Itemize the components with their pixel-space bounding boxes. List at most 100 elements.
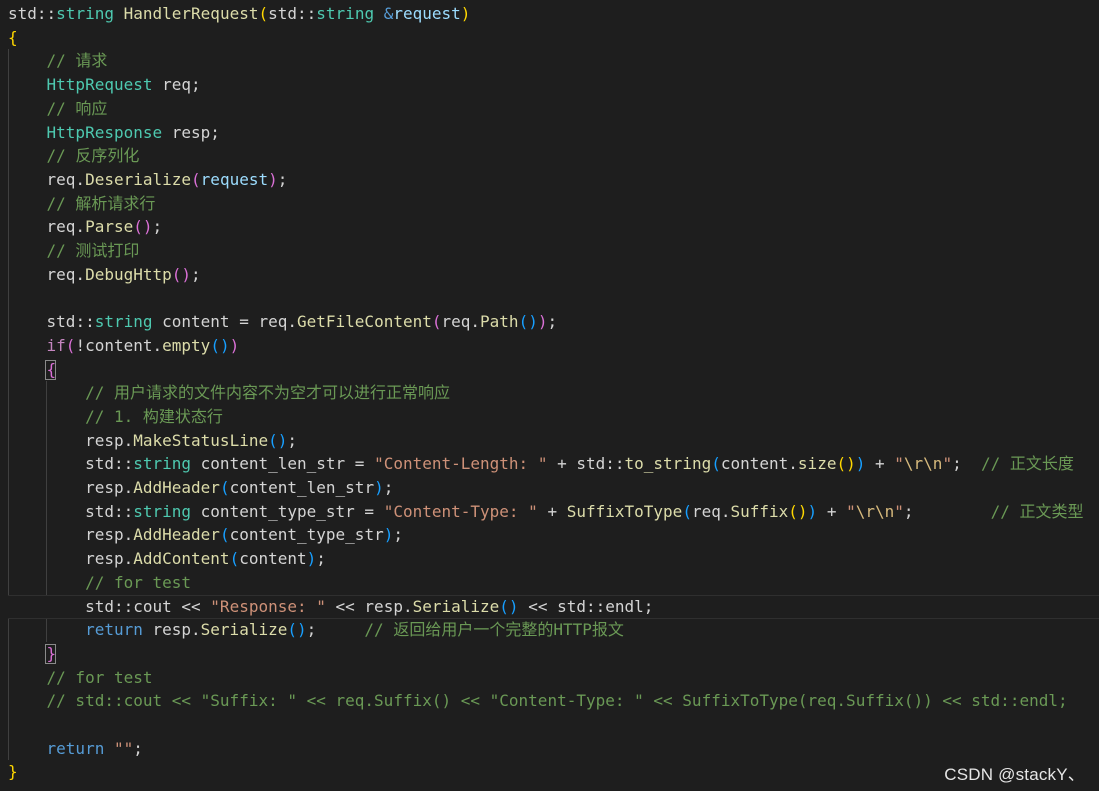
code-token: // 响应 xyxy=(46,98,108,118)
code-token: "" xyxy=(113,738,134,758)
code-token: ( xyxy=(229,549,240,569)
code-token: // 正文长度 xyxy=(980,454,1074,474)
code-token: << std::endl; xyxy=(518,596,654,616)
code-token: string xyxy=(56,4,114,23)
code-token: req. xyxy=(46,217,86,237)
code-editor[interactable]: std::string HandlerRequest(std::string &… xyxy=(0,0,1099,791)
code-token: ( xyxy=(219,525,230,545)
code-token: resp. xyxy=(142,620,201,640)
code-text: // 用户请求的文件内容不为空才可以进行正常响应 xyxy=(8,381,450,405)
code-token: MakeStatusLine xyxy=(133,430,269,450)
code-token: // 解析请求行 xyxy=(46,193,156,213)
code-text: resp.AddHeader(content_len_str); xyxy=(8,476,393,500)
code-token: \r\n xyxy=(903,454,943,474)
code-token: ( xyxy=(711,454,721,474)
code-token: ( xyxy=(65,335,76,355)
code-token: request xyxy=(200,169,269,189)
code-text: // std::cout << "Suffix: " << req.Suffix… xyxy=(8,689,1068,713)
code-token: SuffixToType xyxy=(566,501,683,521)
code-text: // for test xyxy=(8,666,153,690)
code-token: () xyxy=(518,312,538,332)
code-token: ( xyxy=(191,169,201,189)
code-token: ) xyxy=(460,4,471,23)
code-text: std::string content = req.GetFileContent… xyxy=(8,310,558,334)
code-token: HandlerRequest xyxy=(123,4,259,23)
code-token: { xyxy=(8,27,18,47)
code-token: // 返回给用户一个完整的HTTP报文 xyxy=(364,620,624,640)
code-token: HttpRequest xyxy=(46,75,153,95)
code-token: req. xyxy=(46,169,86,189)
code-token: std xyxy=(85,454,114,474)
code-text: HttpResponse resp; xyxy=(8,121,220,145)
code-text: std::string content_type_str = "Content-… xyxy=(8,500,1083,524)
code-token: resp. xyxy=(85,430,134,450)
code-token: AddHeader xyxy=(133,478,220,497)
code-token: :: xyxy=(113,501,134,521)
code-token: content xyxy=(239,549,307,569)
code-token: + std:: xyxy=(547,454,625,474)
code-token: { xyxy=(46,359,57,379)
code-token: () xyxy=(268,430,288,450)
code-token: ) xyxy=(383,525,394,545)
code-token: // 用户请求的文件内容不为空才可以进行正常响应 xyxy=(85,383,450,403)
code-token: req. xyxy=(46,264,86,284)
code-token: to_string xyxy=(624,454,712,474)
code-token: GetFileContent xyxy=(297,312,432,332)
code-token: ( xyxy=(258,4,269,23)
code-token: ; xyxy=(191,264,201,284)
code-token: string xyxy=(94,312,153,332)
code-text: // 测试打印 xyxy=(8,239,140,263)
code-token: req; xyxy=(152,75,201,95)
code-token: content_len_str xyxy=(229,478,375,497)
code-token: std xyxy=(8,4,37,23)
code-text: // 响应 xyxy=(8,97,108,121)
code-token: ; xyxy=(277,169,288,189)
code-text: if(!content.empty()) xyxy=(8,334,240,358)
code-token: std xyxy=(46,312,76,332)
code-text: } xyxy=(8,760,18,784)
code-token: ) xyxy=(807,501,818,521)
code-token: content_len_str = xyxy=(191,454,375,474)
code-text: req.Deserialize(request); xyxy=(8,168,288,192)
code-token: Deserialize xyxy=(85,169,192,189)
code-token: return xyxy=(46,738,105,758)
code-token: ) xyxy=(374,478,384,497)
code-token: () xyxy=(836,454,856,474)
code-token: ; xyxy=(287,430,297,450)
code-token: Serialize xyxy=(200,620,288,640)
code-token: + xyxy=(865,454,895,474)
code-token: resp. xyxy=(85,525,134,545)
code-token: ; xyxy=(316,549,326,569)
code-token: } xyxy=(8,762,18,782)
code-token: // 反序列化 xyxy=(46,146,140,166)
code-token: !content. xyxy=(75,335,163,355)
code-text: } xyxy=(8,642,57,666)
code-text: resp.AddContent(content); xyxy=(8,547,326,571)
code-text: // 1. 构建状态行 xyxy=(8,405,223,429)
code-token: // 请求 xyxy=(46,51,108,71)
code-token: return xyxy=(85,620,143,640)
code-token: :: xyxy=(75,312,95,332)
code-token: " xyxy=(846,501,856,521)
code-token: size xyxy=(797,454,837,474)
code-token: DebugHttp xyxy=(85,264,172,284)
code-token: + xyxy=(817,501,847,521)
code-token: ) xyxy=(229,335,240,355)
code-token: " xyxy=(942,454,953,474)
